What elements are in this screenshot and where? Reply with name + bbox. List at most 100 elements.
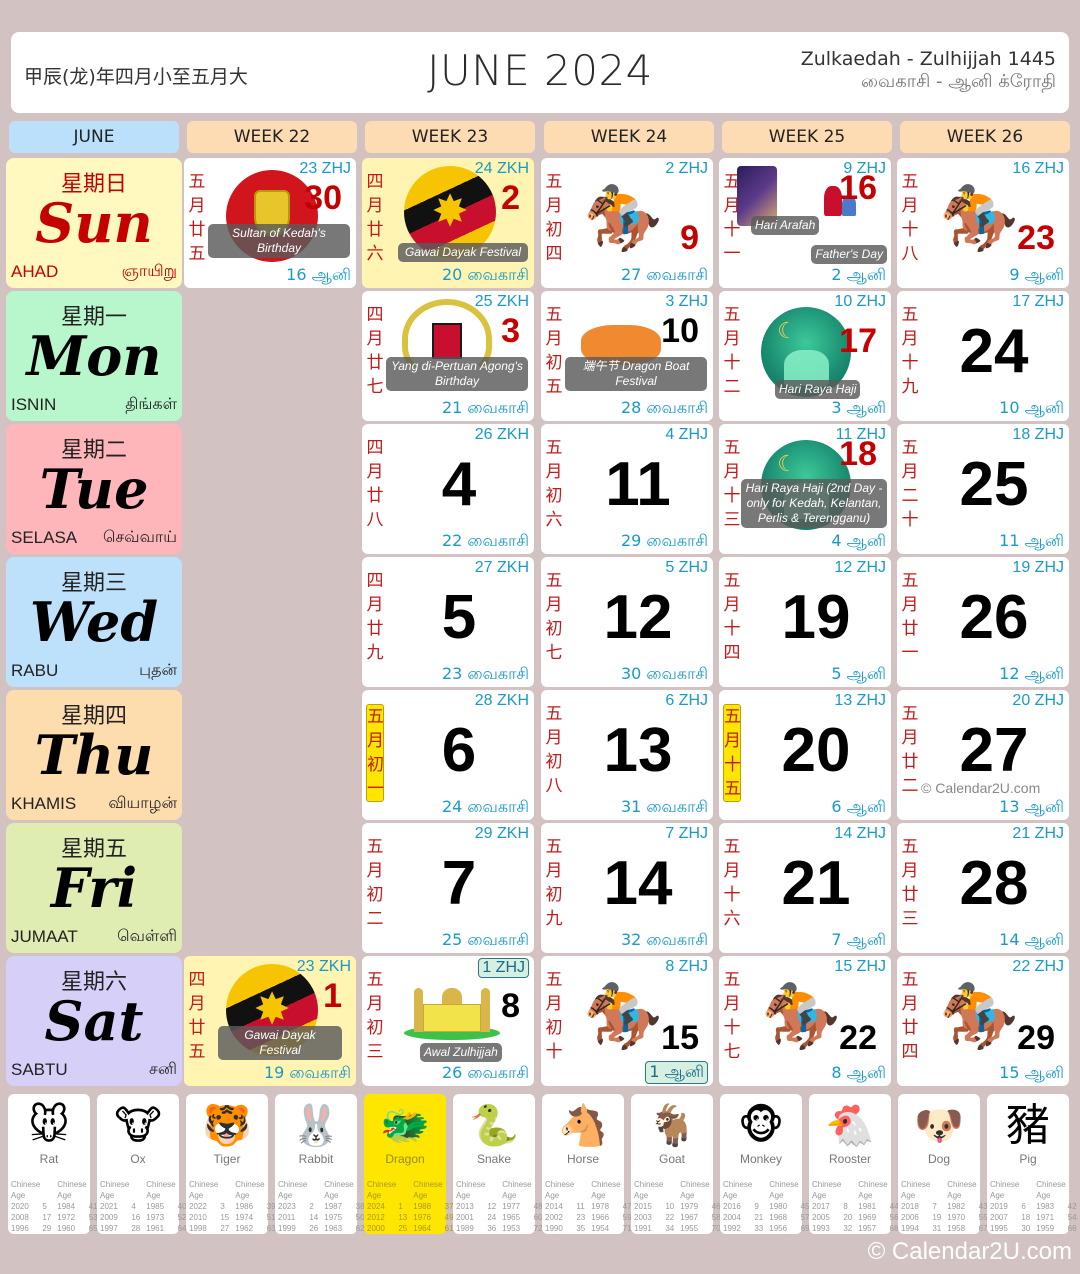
watermark: © Calendar2U.com	[921, 780, 1041, 796]
zodiac-value: 1957	[858, 1224, 877, 1233]
hijri-date: 15 ZHJ	[834, 958, 886, 975]
lunar-date: 五月初二	[366, 837, 384, 929]
tamil-date: 27 வைகாசி	[620, 265, 708, 284]
lunar-date: 五月廿二	[901, 704, 919, 796]
zodiac-value: 2014	[545, 1202, 563, 1211]
date-cell[interactable]: 五月初五 10 3 ZHJ 28 வைகாசி 端午节 Dragon Boat Fest…	[541, 291, 713, 421]
lunar-date: 五月十四	[723, 571, 741, 663]
date-cell[interactable]: 五月廿四 🏇 29 22 ZHJ 15 ஆனி	[897, 956, 1069, 1086]
zodiac-row: 1989 36 1953 72	[456, 1223, 545, 1234]
tamil-date: 7 ஆனி	[831, 930, 886, 949]
col-header: Chinese	[769, 1180, 799, 1189]
day-tamil: வியாழன்	[108, 793, 177, 812]
lunar-date: 五月廿五	[188, 172, 206, 264]
zodiac-age-table: Chinese Chinese Age Age 2014 11 1978 47 2002 23 19…	[545, 1179, 634, 1234]
date-cell[interactable]: 五月廿五 30 23 ZHJ 16 ஆனி Sultan of Kedah's Birt…	[184, 158, 356, 288]
zodiac-value: 18	[1021, 1213, 1031, 1222]
lunar-date: 五月十六	[723, 837, 741, 929]
zodiac-value: 1967	[680, 1213, 699, 1222]
date-cell[interactable]: 四月廿六 ✸ 2 24 ZKH 20 வைகாசி Gawai Dayak Festiva…	[362, 158, 534, 288]
holiday-label: Hari Raya Haji	[775, 380, 861, 399]
zodiac-value: 54	[1067, 1213, 1077, 1222]
date-cell[interactable]: 五月廿三 28 21 ZHJ 14 ஆனி	[897, 823, 1069, 953]
hijri-date: 23 ZHJ	[299, 160, 351, 177]
date-cell[interactable]: 五月廿二 27 20 ZHJ 13 ஆனி	[897, 690, 1069, 820]
zodiac-value: 15	[220, 1213, 230, 1222]
date-cell[interactable]: 五月初三 8 1 ZHJ 26 வைகாசி Awal Zulhijjah	[362, 956, 534, 1086]
date-cell[interactable]: 五月初一 6 28 ZKH 24 வைகாசி	[362, 690, 534, 820]
day-number: 17	[839, 322, 877, 360]
col-header: Chinese	[680, 1180, 710, 1189]
zodiac-value: 12	[487, 1202, 497, 1211]
day-number: 7	[441, 849, 477, 918]
date-cell[interactable]: 五月十八 🏇 23 16 ZHJ 9 ஆனி	[897, 158, 1069, 288]
tamil-date: 19 வைகாசி	[263, 1063, 351, 1082]
col-header: Age	[591, 1191, 606, 1200]
date-cell[interactable]: 五月初六 11 4 ZHJ 29 வைகாசி	[541, 424, 713, 554]
day-number: 11	[605, 450, 671, 519]
zodiac-value: 1975	[324, 1213, 343, 1222]
day-malay: RABU	[11, 661, 59, 680]
date-cell[interactable]: 五月初八 13 6 ZHJ 31 வைகாசி	[541, 690, 713, 820]
day-number: 28	[959, 849, 1029, 918]
date-cell[interactable]: 五月初九 14 7 ZHJ 32 வைகாசி	[541, 823, 713, 953]
date-cell[interactable]: 五月十五 20 13 ZHJ 6 ஆனி	[719, 690, 891, 820]
zodiac-value: 2	[309, 1202, 314, 1211]
zodiac-value: 1989	[456, 1224, 474, 1233]
date-cell[interactable]: 四月廿九 5 27 ZKH 23 வைகாசி	[362, 557, 534, 687]
hijri-date: 19 ZHJ	[1012, 559, 1064, 576]
horse-icon: 🐴	[558, 1104, 608, 1148]
col-header: Age	[278, 1191, 293, 1200]
date-cell[interactable]: 四月廿五 ✸ 1 23 ZKH 19 வைகாசி Gawai Dayak Festiva…	[184, 956, 356, 1086]
tamil-date: 3 ஆனி	[831, 398, 886, 417]
day-english: Wed	[29, 590, 159, 654]
date-cell[interactable]: 五月初四 🏇 9 2 ZHJ 27 வைகாசி	[541, 158, 713, 288]
ox-icon: 🐮	[114, 1104, 162, 1148]
col-header: Age	[990, 1191, 1005, 1200]
date-cell[interactable]: 五月初十 🏇 15 8 ZHJ 1 ஆனி	[541, 956, 713, 1086]
date-cell[interactable]: 四月廿七 3 25 ZKH 21 வைகாசி Yang di-Pertuan Agon…	[362, 291, 534, 421]
date-cell[interactable]: 五月十六 21 14 ZHJ 7 ஆனி	[719, 823, 891, 953]
zodiac-row: 2022 3 1986 39	[189, 1201, 278, 1212]
date-cell[interactable]: 五月初七 12 5 ZHJ 30 வைகாசி	[541, 557, 713, 687]
date-cell[interactable]: 五月二十 25 18 ZHJ 11 ஆனி	[897, 424, 1069, 554]
hijri-date: 6 ZHJ	[665, 692, 708, 709]
zodiac-value: 2000	[367, 1224, 385, 1233]
zodiac-age-table: Chinese Chinese Age Age 2013 12 1977 48 2001 24 19…	[456, 1179, 545, 1234]
zodiac-value: 2009	[100, 1213, 118, 1222]
col-header: Age	[189, 1191, 204, 1200]
date-cell[interactable]: 五月十三 ☾ 18 11 ZHJ 4 ஆனி Hari Raya Haji (2nd Da…	[719, 424, 891, 554]
day-malay: SABTU	[11, 1060, 68, 1079]
date-cell[interactable]: 五月十二 ☾ 17 10 ZHJ 3 ஆனி Hari Raya Haji	[719, 291, 891, 421]
hijri-date: 29 ZKH	[474, 825, 529, 842]
day-number: 23	[1017, 219, 1055, 257]
date-cell[interactable]: 五月十四 19 12 ZHJ 5 ஆனி	[719, 557, 891, 687]
zodiac-age-table: Chinese Chinese Age Age 2015 10 1979 46 2003 22 19…	[634, 1179, 723, 1234]
zodiac-value: 9	[754, 1202, 759, 1211]
zodiac-age-table: Chinese Chinese Age Age 2019 6 1983 42 2007 18 197…	[990, 1179, 1079, 1234]
date-cell[interactable]: 五月十一 16 9 ZHJ 2 ஆனி Hari Arafah Father's Day	[719, 158, 891, 288]
zodiac-row: 2003 22 1967 58	[634, 1212, 723, 1223]
zodiac-name: Snake	[476, 1152, 512, 1166]
zodiac-name: Monkey	[739, 1152, 783, 1166]
zodiac-monkey: 🐵 Monkey Chinese Chinese Age Age 2016 9 1980 45 20…	[720, 1094, 810, 1234]
zodiac-value: 10	[665, 1202, 675, 1211]
hijri-date: 27 ZKH	[474, 559, 529, 576]
holiday-label: Sultan of Kedah's Birthday	[208, 224, 350, 258]
zodiac-value: 5	[42, 1202, 47, 1211]
rat-icon: 🐭	[28, 1104, 70, 1148]
zodiac-value: 1984	[57, 1202, 76, 1211]
date-cell[interactable]: 五月廿一 26 19 ZHJ 12 ஆனி	[897, 557, 1069, 687]
zodiac-row: 2019 6 1983 42	[990, 1201, 1079, 1212]
zodiac-value: 2015	[634, 1202, 652, 1211]
zodiac-value: 29	[42, 1224, 52, 1233]
date-cell[interactable]: 五月初二 7 29 ZKH 25 வைகாசி	[362, 823, 534, 953]
zodiac-value: 1971	[1036, 1213, 1055, 1222]
pig-icon: 豬	[1006, 1100, 1050, 1151]
zodiac-row: 2018 7 1982 43	[901, 1201, 990, 1212]
zodiac-value: 20	[843, 1213, 853, 1222]
week-header: WEEK 23	[365, 121, 535, 153]
date-cell[interactable]: 四月廿八 4 26 ZKH 22 வைகாசி	[362, 424, 534, 554]
date-cell[interactable]: 五月十七 🏇 22 15 ZHJ 8 ஆனி	[719, 956, 891, 1086]
date-cell[interactable]: 五月十九 24 17 ZHJ 10 ஆனி	[897, 291, 1069, 421]
